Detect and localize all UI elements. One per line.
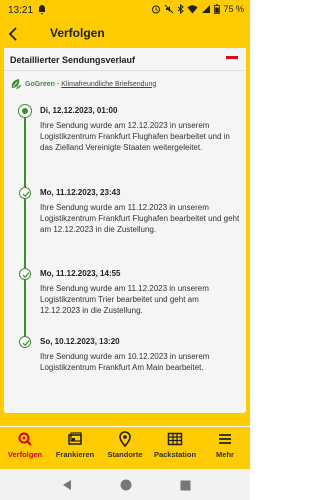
back-button[interactable] (4, 24, 24, 44)
back-arrow-icon (8, 27, 17, 41)
status-time: 13:21 (8, 5, 34, 16)
check-icon (19, 336, 31, 348)
system-recents-icon[interactable] (180, 478, 191, 496)
nav-item-mehr[interactable]: Mehr (200, 431, 250, 465)
nav-label: Mehr (216, 450, 234, 459)
location-pin-icon (119, 431, 131, 447)
app-header: Verfolgen (0, 22, 250, 46)
event-date: Mo, 11.12.2023, 23:43 (40, 188, 121, 197)
nav-item-standorte[interactable]: Standorte (100, 431, 150, 465)
event-text: Ihre Sendung wurde am 12.12.2023 in unse… (40, 121, 230, 152)
gogreen-separator: - (56, 80, 60, 88)
status-icons: 75 % (151, 4, 244, 14)
gogreen-link[interactable]: Klimafreundliche Briefsendung (61, 81, 156, 88)
tracking-history-card: Detaillierter Sendungsverlauf GoGreen - … (4, 48, 246, 413)
nav-label: Packstation (153, 450, 197, 459)
gogreen-row: GoGreen - Klimafreundliche Briefsendung (10, 78, 156, 90)
event-date: Di, 12.12.2023, 01:00 (40, 106, 118, 115)
gogreen-brand: GoGreen (25, 80, 55, 88)
event-date: So, 10.12.2023, 13:20 (40, 337, 120, 346)
mute-icon (164, 4, 174, 14)
page-title: Verfolgen (50, 26, 105, 40)
search-icon (18, 432, 32, 446)
card-header[interactable]: Detaillierter Sendungsverlauf (4, 48, 246, 71)
timeline-line (24, 112, 26, 342)
alarm-icon (151, 4, 161, 14)
system-home-icon[interactable] (120, 478, 132, 496)
check-icon (19, 187, 31, 199)
packstation-icon (167, 432, 183, 446)
event-text: Ihre Sendung wurde am 11.12.2023 in unse… (40, 284, 209, 315)
bluetooth-icon (177, 4, 185, 14)
event-date: Mo, 11.12.2023, 14:55 (40, 269, 121, 278)
status-bar: 13:21 75 % (0, 0, 250, 22)
menu-icon (219, 434, 231, 444)
check-icon (19, 268, 31, 280)
battery-percent: 75 % (223, 4, 244, 14)
current-status-icon (18, 104, 32, 118)
gogreen-leaf-icon (10, 78, 22, 90)
card-title: Detaillierter Sendungsverlauf (10, 55, 136, 65)
event-text: Ihre Sendung wurde am 10.12.2023 in unse… (40, 352, 210, 372)
system-back-icon[interactable] (62, 478, 72, 496)
nav-label: Verfolgen (7, 450, 43, 459)
nav-label: Frankieren (55, 450, 95, 459)
signal-icon (201, 4, 211, 14)
stamp-icon (68, 432, 82, 445)
nav-item-frankieren[interactable]: Frankieren (50, 431, 100, 465)
nav-label: Standorte (107, 450, 143, 459)
notification-icon (38, 4, 46, 16)
bottom-navigation: Verfolgen Frankieren Standorte Packstati… (0, 427, 250, 469)
system-navigation-bar (0, 469, 250, 500)
nav-item-verfolgen[interactable]: Verfolgen (0, 431, 50, 465)
collapse-icon[interactable] (226, 56, 238, 59)
wifi-icon (187, 4, 198, 14)
battery-icon (214, 4, 221, 14)
event-text: Ihre Sendung wurde am 11.12.2023 in unse… (40, 203, 240, 234)
nav-item-packstation[interactable]: Packstation (150, 431, 200, 465)
